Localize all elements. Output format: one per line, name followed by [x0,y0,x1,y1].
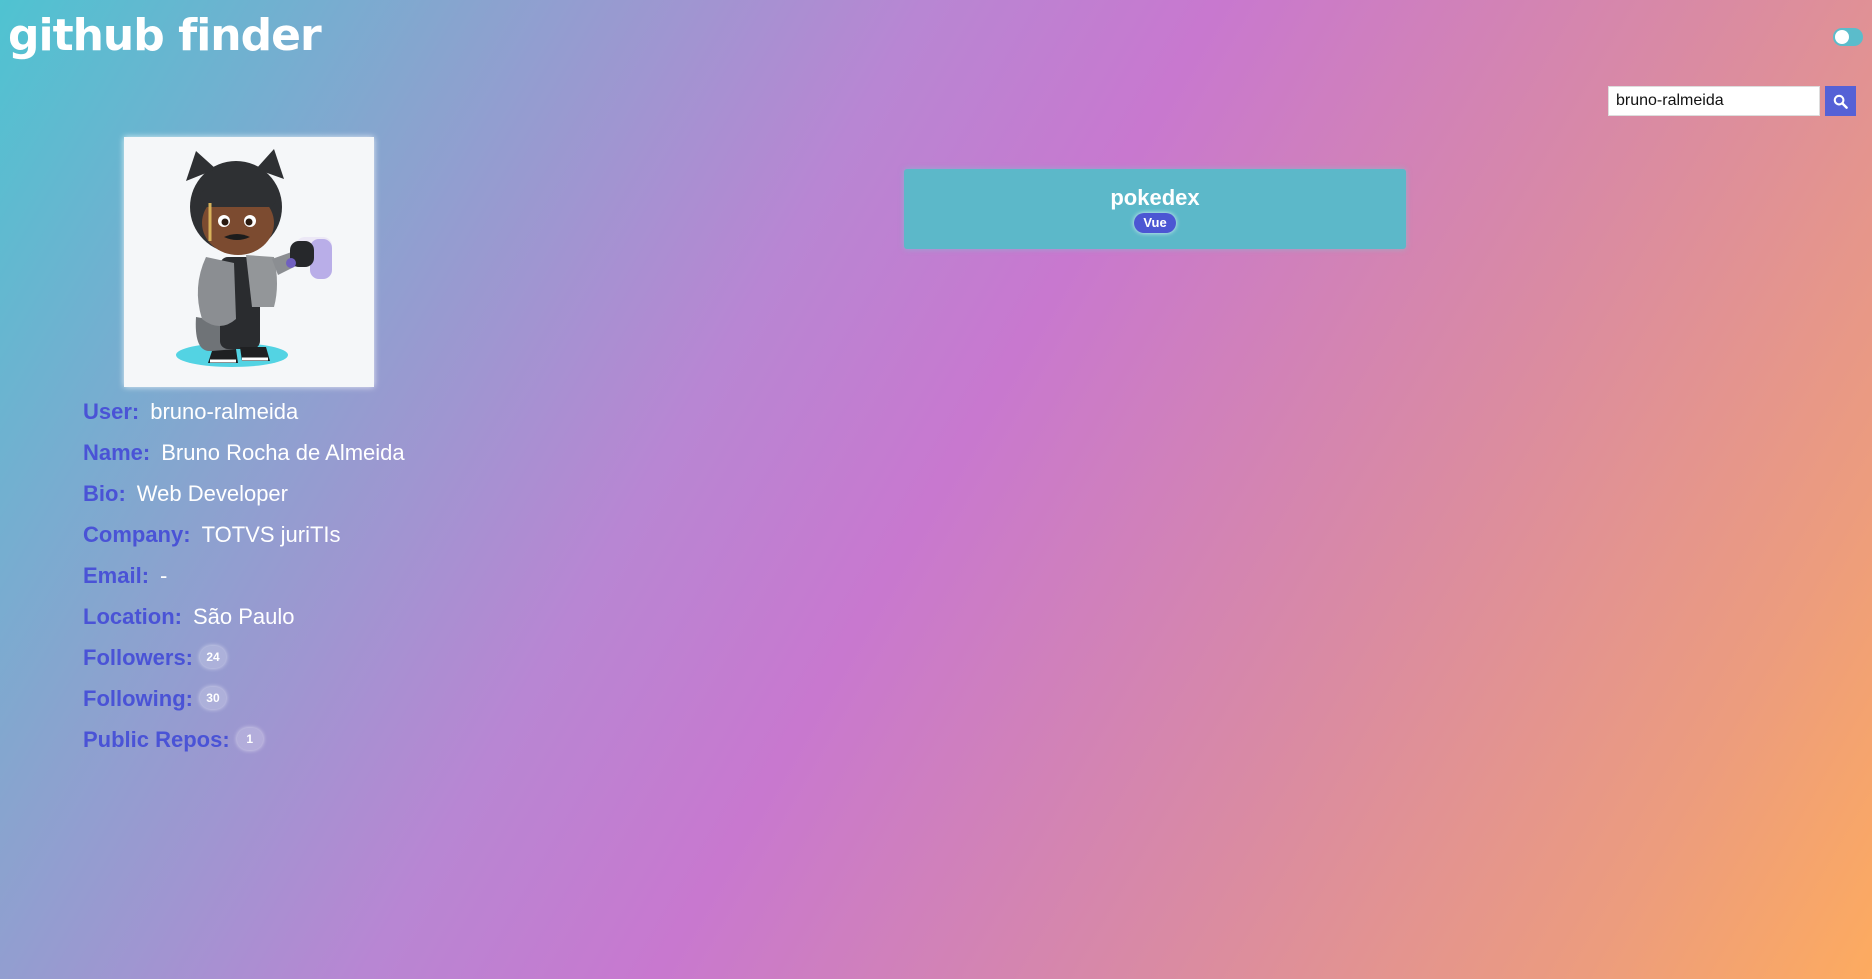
repo-name: pokedex [1110,185,1200,210]
app-title: github finder [8,10,322,61]
profile-field-company: Company: TOTVS juriTIs [83,515,405,556]
search-button[interactable] [1825,86,1856,116]
stat-label: Followers: [83,645,194,670]
profile-info: User: bruno-ralmeida Name: Bruno Rocha de … [83,392,405,761]
profile-stat-public-repos: Public Repos: 1 [83,720,405,761]
profile-stat-followers: Followers: 24 [83,638,405,679]
following-count-badge: 30 [199,687,226,710]
public-repos-count-badge: 1 [236,728,263,751]
field-value: São Paulo [193,604,295,629]
field-label: Location: [83,604,182,629]
field-value: - [160,563,168,588]
profile-field-email: Email: - [83,556,405,597]
field-label: User: [83,399,140,424]
field-label: Company: [83,522,191,547]
field-label: Bio: [83,481,126,506]
stat-label: Public Repos: [83,727,230,752]
stat-label: Following: [83,686,193,711]
field-value: TOTVS juriTIs [201,522,341,547]
field-label: Name: [83,440,151,465]
toggle-knob [1835,30,1849,44]
profile-field-bio: Bio: Web Developer [83,474,405,515]
profile-stat-following: Following: 30 [83,679,405,720]
search-input[interactable] [1608,86,1820,116]
profile-field-name: Name: Bruno Rocha de Almeida [83,433,405,474]
repo-language-badge: Vue [1134,213,1176,233]
profile-field-user: User: bruno-ralmeida [83,392,405,433]
search-icon [1833,94,1848,109]
profile-field-location: Location: São Paulo [83,597,405,638]
field-value: Web Developer [136,481,288,506]
field-value: bruno-ralmeida [150,399,299,424]
user-avatar [124,137,374,387]
avatar-illustration [176,149,332,367]
repo-card[interactable]: pokedex Vue [904,169,1406,249]
followers-count-badge: 24 [200,646,227,669]
theme-toggle[interactable] [1833,28,1863,46]
field-label: Email: [83,563,150,588]
field-value: Bruno Rocha de Almeida [161,440,405,465]
